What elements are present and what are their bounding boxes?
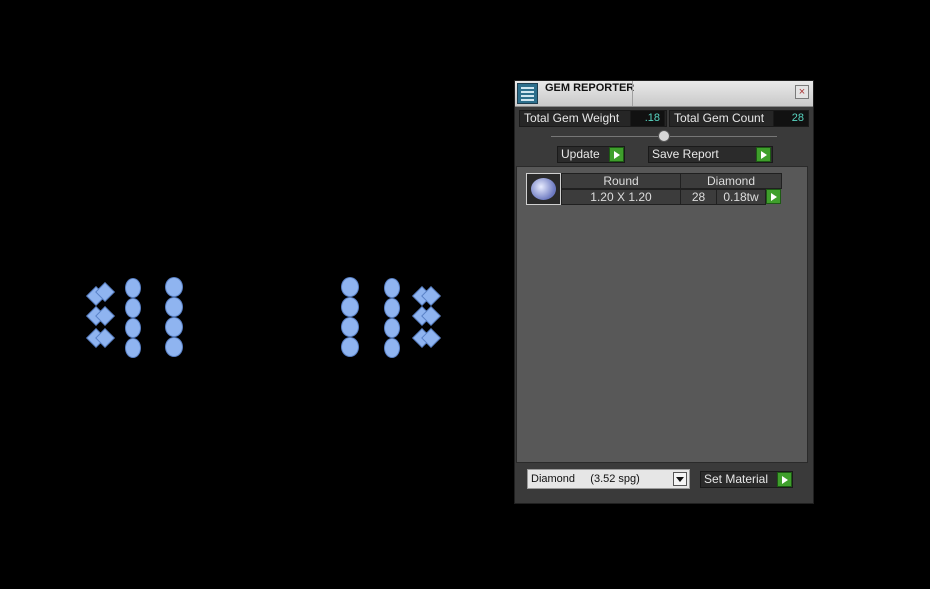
set-material-label: Set Material xyxy=(704,472,769,486)
total-gem-weight-value: .18 xyxy=(630,110,665,127)
update-go-icon[interactable] xyxy=(609,147,624,162)
save-report-button[interactable]: Save Report xyxy=(648,146,773,163)
row-shape: Round xyxy=(561,173,681,189)
row-go-icon[interactable] xyxy=(766,189,781,204)
row-count: 28 xyxy=(680,189,717,205)
save-report-label: Save Report xyxy=(652,147,719,161)
gem-round xyxy=(341,317,359,337)
save-report-go-icon[interactable] xyxy=(756,147,771,162)
gem-round xyxy=(384,338,400,358)
panel-title: GEM REPORTER xyxy=(545,82,635,94)
gem-round xyxy=(384,318,400,338)
gem-reporter-icon xyxy=(517,83,538,104)
row-size: 1.20 X 1.20 xyxy=(561,189,681,205)
gem-round xyxy=(341,337,359,357)
update-label: Update xyxy=(561,147,600,161)
total-gem-count-value: 28 xyxy=(773,110,809,127)
gem-round xyxy=(341,277,359,297)
title-divider xyxy=(632,81,633,106)
gem-thumbnail-icon xyxy=(526,173,561,205)
gem-list: Round Diamond 1.20 X 1.20 28 0.18tw xyxy=(516,166,808,463)
gem-round xyxy=(125,278,141,298)
gem-round xyxy=(165,297,183,317)
gem-round xyxy=(165,277,183,297)
gem-round xyxy=(125,298,141,318)
gem-round xyxy=(384,298,400,318)
gem-round xyxy=(341,297,359,317)
panel-titlebar[interactable]: GEM REPORTER × xyxy=(515,81,813,107)
chevron-down-icon[interactable] xyxy=(673,472,687,486)
row-material: Diamond xyxy=(680,173,782,189)
close-button[interactable]: × xyxy=(795,85,809,99)
gem-round xyxy=(125,318,141,338)
material-select-value: Diamond (3.52 spg) xyxy=(531,473,640,485)
set-material-go-icon[interactable] xyxy=(777,472,792,487)
gem-round xyxy=(125,338,141,358)
row-weight: 0.18tw xyxy=(716,189,766,205)
gem-round xyxy=(165,337,183,357)
gem-round xyxy=(165,317,183,337)
slider-handle[interactable] xyxy=(658,130,670,142)
gem-round xyxy=(384,278,400,298)
material-select[interactable]: Diamond (3.52 spg) xyxy=(527,469,690,489)
gem-reporter-panel: GEM REPORTER × Total Gem Weight .18 Tota… xyxy=(514,80,814,504)
